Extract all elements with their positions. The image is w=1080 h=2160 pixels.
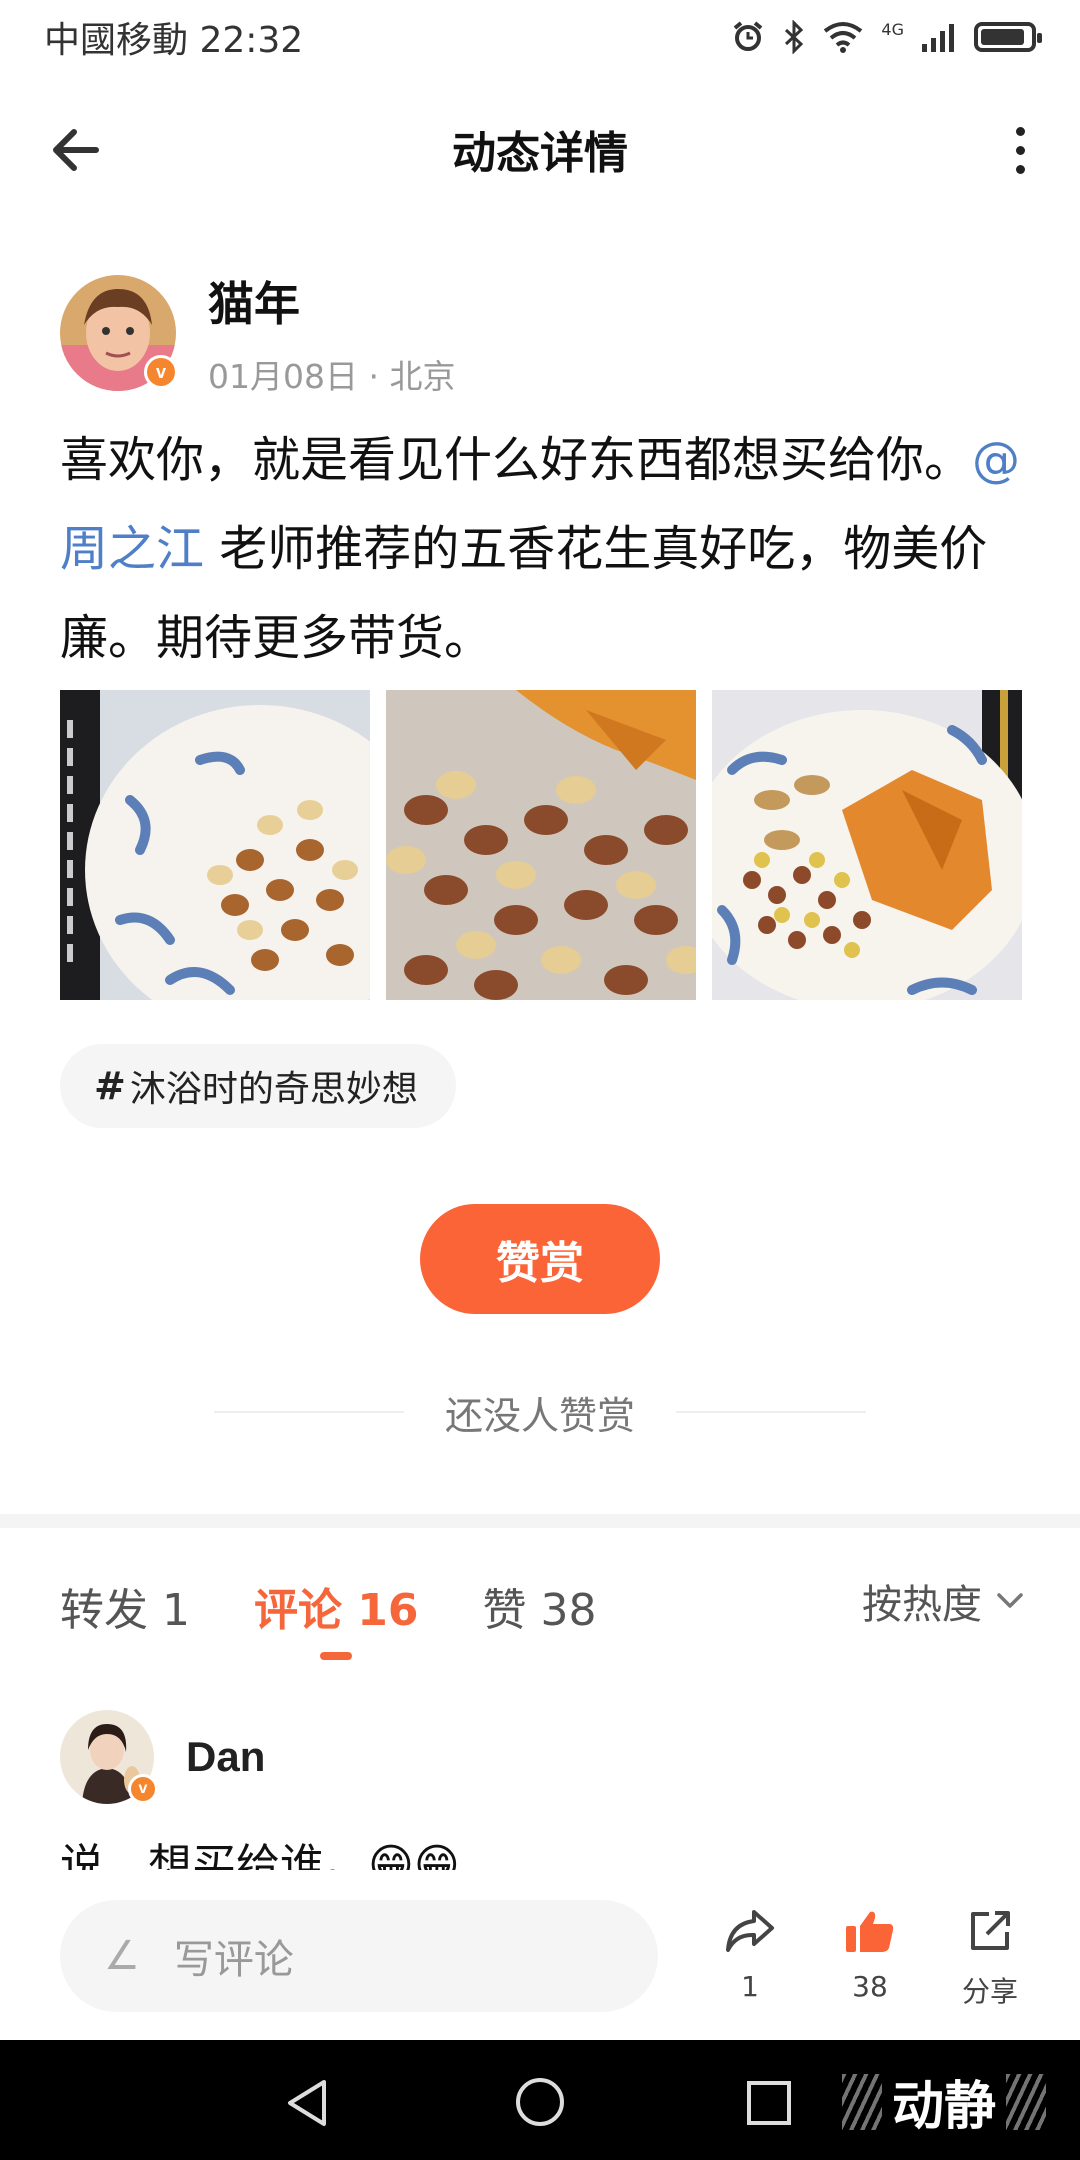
comment-text-clip: 说，想买给谁。😁😁: [60, 1836, 1020, 1872]
comment-input-placeholder: 写评论: [173, 1937, 294, 1983]
repost-arrow-icon: [726, 1910, 774, 1952]
dot: [1015, 164, 1025, 174]
photo-grid: [60, 690, 1022, 1000]
divider-line: [676, 1411, 866, 1413]
post-text-start: 喜欢你，就是看见什么好东西都想买给你。: [60, 432, 973, 488]
battery-icon: [974, 22, 1042, 52]
author-name[interactable]: 猫年: [208, 268, 455, 334]
chevron-down-icon: [997, 1593, 1023, 1608]
like-button[interactable]: 38: [820, 1908, 920, 2003]
app-watermark: 动静: [842, 2064, 1047, 2139]
post-date-location: 01月08日 · 北京: [208, 357, 456, 396]
watermark-text: 动静: [892, 2077, 997, 2137]
watermark-stripes: [1006, 2073, 1047, 2130]
page-title: 动态详情: [452, 128, 628, 179]
status-bar: 中國移動 22:32 4G: [0, 0, 1080, 74]
thumbs-up-icon: [846, 1911, 894, 1952]
comment-input[interactable]: ∠ 写评论: [60, 1900, 658, 2012]
top-bar: 动态详情: [0, 96, 1080, 202]
hash-icon: #: [94, 1064, 126, 1108]
share-label: 分享: [961, 1975, 1018, 2008]
wifi-icon: [824, 22, 863, 53]
dot: [1015, 145, 1025, 155]
section-divider: [0, 1514, 1080, 1528]
interaction-tabs: 转发 1 评论 16 赞 38: [60, 1574, 661, 1660]
nav-back-icon[interactable]: [284, 2078, 330, 2128]
active-tab-indicator: [320, 1652, 353, 1660]
more-options-button[interactable]: [1000, 118, 1040, 182]
share-icon: [971, 1911, 1010, 1950]
verified-badge: v: [144, 355, 178, 389]
post-photo-1[interactable]: [60, 690, 370, 1000]
comment-item: v Dan: [60, 1710, 265, 1804]
repost-button[interactable]: 1: [700, 1908, 800, 2003]
tab-label: 评论 16: [253, 1585, 419, 1636]
bluetooth-icon: [785, 20, 804, 54]
signal-icon: [922, 24, 954, 52]
status-icons: 4G: [731, 19, 1042, 55]
tab-label: 转发 1: [60, 1585, 190, 1636]
reward-button[interactable]: 赞赏: [420, 1204, 660, 1314]
post-text: 喜欢你，就是看见什么好东西都想买给你。@周之江 老师推荐的五香花生真好吃，物美价…: [60, 416, 1020, 683]
commenter-name[interactable]: Dan: [186, 1733, 265, 1781]
verified-badge: v: [128, 1774, 158, 1804]
reward-empty-text: 还没人赞赏: [444, 1394, 635, 1438]
tab-label: 赞 38: [482, 1585, 597, 1636]
dot: [1015, 126, 1025, 136]
carrier-time: 中國移動 22:32: [44, 20, 304, 61]
commenter-avatar[interactable]: v: [60, 1710, 158, 1804]
post-photo-2[interactable]: [386, 690, 696, 1000]
pen-icon: ∠: [104, 1933, 140, 1979]
like-count: 38: [852, 1970, 888, 2003]
tab-comments[interactable]: 评论 16: [253, 1574, 419, 1660]
back-button[interactable]: [44, 118, 108, 182]
nav-recents-icon[interactable]: [746, 2080, 792, 2126]
topic-tag[interactable]: # 沐浴时的奇思妙想: [60, 1044, 456, 1128]
sort-label: 按热度: [862, 1582, 982, 1628]
author-avatar[interactable]: v: [60, 275, 178, 391]
sort-dropdown[interactable]: 按热度: [862, 1572, 1024, 1630]
system-nav-bar: 动静: [0, 2040, 1080, 2160]
bottom-action-bar: ∠ 写评论 1 38 分享: [0, 1870, 1080, 2040]
share-button[interactable]: 分享: [940, 1908, 1040, 2010]
topic-label: 沐浴时的奇思妙想: [129, 1069, 418, 1110]
nav-home-icon[interactable]: [514, 2076, 566, 2128]
post-author: v 猫年 01月08日 · 北京: [60, 268, 455, 398]
arrow-left-icon: [53, 129, 99, 171]
post-photo-3[interactable]: [712, 690, 1022, 1000]
network-type: 4G: [881, 19, 904, 39]
comment-text: 说，想买给谁。😁😁: [60, 1840, 460, 1872]
tab-reposts[interactable]: 转发 1: [60, 1574, 190, 1638]
alarm-icon: [734, 21, 763, 51]
watermark-stripes: [842, 2073, 882, 2130]
repost-count: 1: [741, 1970, 759, 2003]
tab-likes[interactable]: 赞 38: [483, 1574, 597, 1638]
